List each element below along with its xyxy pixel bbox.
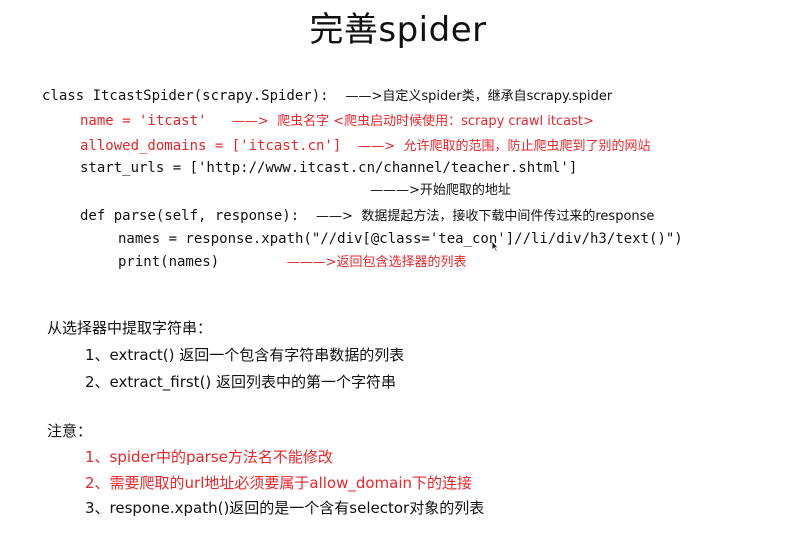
code-names-text: names = response.xpath("//div[@class='te… — [118, 231, 683, 247]
page-title: 完善spider — [309, 10, 487, 50]
code-names-line: names = response.xpath("//div[@class='te… — [118, 230, 683, 248]
extract-item-2: 2、extract_first() 返回列表中的第一个字符串 — [85, 373, 397, 391]
code-parse-line: def parse(self, response): ——> 数据提起方法，接收… — [80, 207, 654, 226]
code-name-line: name = 'itcast' ——> 爬虫名字 <爬虫启动时候使用：scrap… — [80, 112, 594, 131]
arrow-parse: ——> — [316, 209, 353, 224]
arrow-class: ——> — [345, 89, 383, 104]
note-print: 返回包含选择器的列表 — [336, 255, 467, 270]
note-item-1: 1、spider中的parse方法名不能修改 — [85, 448, 333, 466]
extract-item-1: 1、extract() 返回一个包含有字符串数据的列表 — [85, 346, 405, 364]
code-class-line: class ItcastSpider(scrapy.Spider): ——>自定… — [42, 87, 612, 106]
extract-heading: 从选择器中提取字符串： — [47, 319, 213, 337]
code-start-urls-line: start_urls = ['http://www.itcast.cn/chan… — [80, 159, 577, 177]
mouse-cursor-icon — [491, 240, 499, 252]
note-parse: 数据提起方法，接收下载中间件传过来的response — [361, 209, 655, 224]
arrow-start-urls: ———> — [370, 183, 420, 198]
code-start-urls-text: start_urls = ['http://www.itcast.cn/chan… — [80, 160, 578, 176]
note-item-3: 3、respone.xpath()返回的是一个含有selector对象的列表 — [85, 499, 485, 517]
arrow-name: ——> — [231, 114, 269, 129]
code-allowed-text: allowed_domains = ['itcast.cn'] — [80, 138, 342, 154]
code-allowed-line: allowed_domains = ['itcast.cn'] ——> 允许爬取… — [80, 137, 651, 156]
code-name-text: name = 'itcast' — [80, 113, 207, 129]
code-print-line: print(names) ———>返回包含选择器的列表 — [118, 253, 467, 272]
code-parse-text: def parse(self, response): — [80, 208, 300, 224]
code-print-text: print(names) — [118, 254, 220, 270]
note-start-urls: 开始爬取的地址 — [419, 183, 511, 198]
note-item-2: 2、需要爬取的url地址必须要属于allow_domain下的连接 — [85, 474, 473, 492]
notes-heading: 注意： — [47, 422, 93, 440]
note-allowed: 允许爬取的范围，防止爬虫爬到了别的网站 — [403, 139, 651, 154]
note-name: 爬虫名字 <爬虫启动时候使用：scrapy crawl itcast> — [277, 114, 594, 129]
arrow-allowed: ——> — [358, 139, 396, 154]
code-start-urls-note-line: ———>开始爬取的地址 — [370, 181, 511, 200]
code-class-text: class ItcastSpider(scrapy.Spider): — [42, 88, 329, 104]
note-class: 自定义spider类，继承自scrapy.spider — [382, 89, 613, 104]
arrow-print: ———> — [286, 255, 337, 270]
